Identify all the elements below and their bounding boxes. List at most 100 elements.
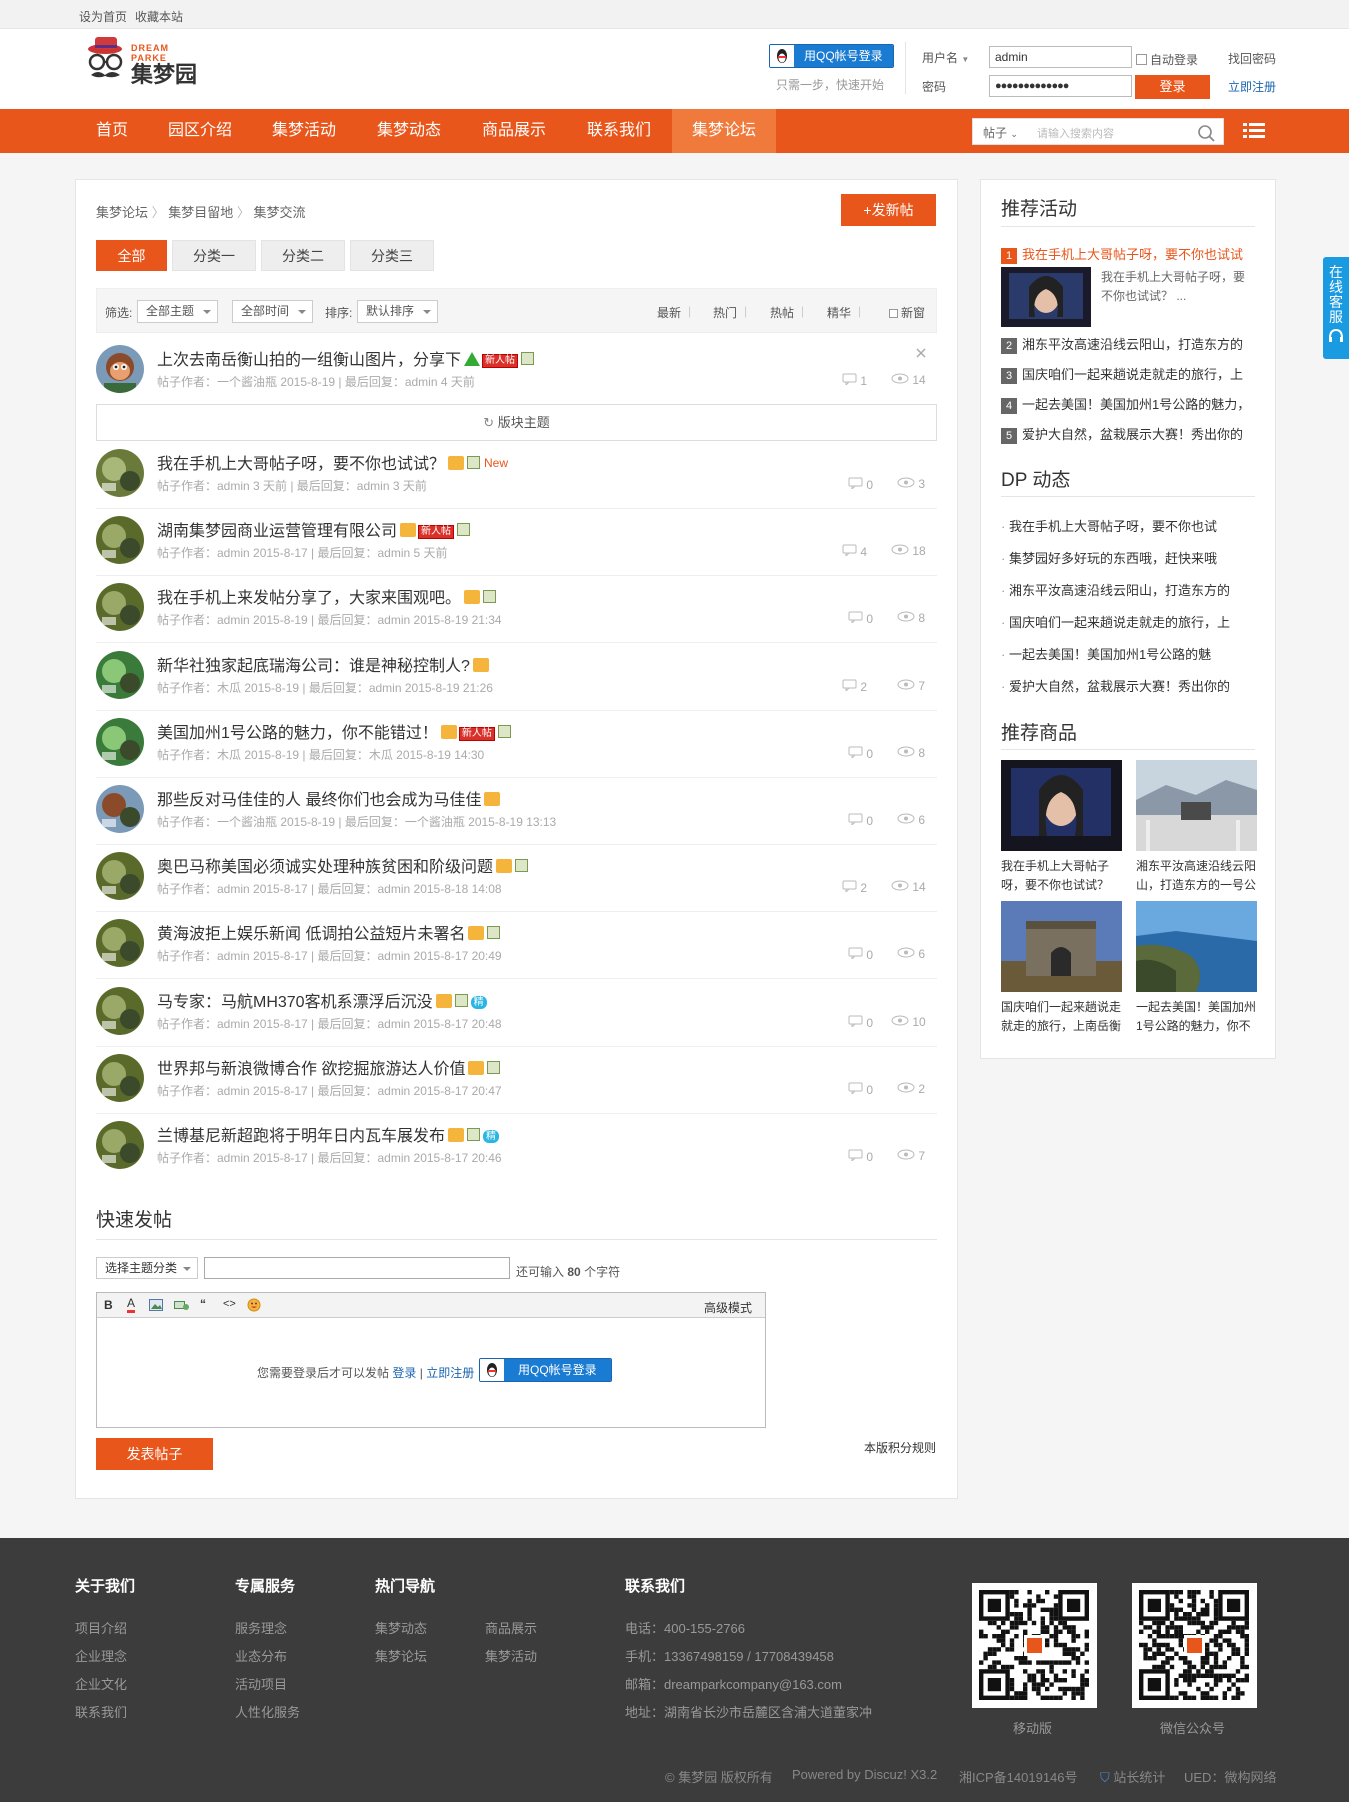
thread-row[interactable]: 黄海波拒上娱乐新闻 低调拍公益短片未署名 帖子作者：admin 2015-8-17… <box>96 912 937 980</box>
thread-title[interactable]: 世界邦与新浪微博合作 欲挖掘旅游达人价值 <box>157 1055 501 1079</box>
image-icon[interactable] <box>149 1299 163 1311</box>
avatar[interactable] <box>96 919 144 968</box>
new-post-button[interactable]: +发新帖 <box>841 194 936 226</box>
username-input[interactable]: admin <box>989 46 1132 68</box>
thread-row[interactable]: 兰博基尼新超跑将于明年日内瓦车展发布精帖子作者：admin 2015-8-17 … <box>96 1114 937 1181</box>
nav-item-forum[interactable]: 集梦论坛 <box>672 109 776 153</box>
dp-news-item[interactable]: 湘东平汝高速沿线云阳山，打造东方的 <box>1001 580 1257 599</box>
goods-item[interactable]: 一起去美国！美国加州1号公路的魅力，你不 <box>1136 901 1257 1036</box>
qq-login-button[interactable]: 用QQ帐号登录 <box>769 44 894 68</box>
avatar[interactable] <box>96 650 144 699</box>
thread-row[interactable]: 那些反对马佳佳的人 最终你们也会成为马佳佳 帖子作者：一个酱油瓶 2015-8-1… <box>96 778 937 845</box>
block-topics-bar[interactable]: ↻ 版块主题 <box>96 404 937 441</box>
footer-link[interactable]: 联系我们 <box>75 1702 127 1721</box>
avatar[interactable] <box>96 449 144 497</box>
thread-row[interactable]: 我在手机上大哥帖子呀，要不你也试试？ New 帖子作者：admin 3 天前 | 最… <box>96 442 937 509</box>
thread-title[interactable]: 奥巴马称美国必须诚实处理种族贫困和阶级问题 <box>157 853 529 877</box>
thread-title[interactable]: 新华社独家起底瑞海公司：谁是神秘控制人? <box>157 652 489 676</box>
sort-latest[interactable]: 最新 <box>657 304 681 321</box>
rec-activity-item[interactable]: 4 一起去美国！美国加州1号公路的魅力， <box>1001 394 1257 414</box>
thread-row[interactable]: 湖南集梦园商业运营管理有限公司 新人帖 帖子作者：admin 2015-8-17 |… <box>96 509 937 577</box>
dp-news-item[interactable]: 一起去美国！美国加州1号公路的魅 <box>1001 644 1257 663</box>
post-title-input[interactable] <box>204 1257 510 1279</box>
site-logo[interactable]: DREAM PARKE 集梦园 <box>83 35 203 97</box>
thread-row[interactable]: 美国加州1号公路的魅力，你不能错过！ 新人帖 帖子作者：木瓜 2015-8-19 |… <box>96 711 937 778</box>
sort-select[interactable]: 默认排序 <box>357 300 438 323</box>
rec-activity-thumb[interactable] <box>1001 267 1091 327</box>
rec-activity-item[interactable]: 5 爱护大自然，盆栽展示大赛！秀出你的 <box>1001 424 1257 444</box>
new-window-checkbox[interactable]: 新窗 <box>889 304 925 321</box>
sort-digest[interactable]: 精华 <box>827 304 851 321</box>
tab-category-3[interactable]: 分类三 <box>350 240 434 271</box>
pinned-thread-row[interactable]: 上次去南岳衡山拍的一组衡山图片，分享下 新人帖 帖子作者：一个酱油瓶 2015-8… <box>96 338 937 405</box>
goods-item[interactable]: 我在手机上大哥帖子呀，要不你也试试？ <box>1001 760 1122 895</box>
nav-item-contact[interactable]: 联系我们 <box>577 109 661 153</box>
search-icon[interactable] <box>1197 124 1215 142</box>
font-color-icon[interactable]: A <box>127 1296 136 1313</box>
nav-item-news[interactable]: 集梦动态 <box>367 109 451 153</box>
rec-activity-item[interactable]: 2 湘东平汝高速沿线云阳山，打造东方的 <box>1001 334 1257 354</box>
register-link[interactable]: 立即注册 <box>1228 78 1276 95</box>
breadcrumb-forum[interactable]: 集梦论坛 <box>96 205 148 220</box>
online-service-tab[interactable]: 在线客服 <box>1323 257 1349 359</box>
footer-link[interactable]: 业态分布 <box>235 1646 287 1665</box>
code-icon[interactable]: <> <box>223 1298 236 1310</box>
avatar[interactable] <box>96 583 144 632</box>
footer-link[interactable]: 人性化服务 <box>235 1702 300 1721</box>
footer-link[interactable]: 项目介绍 <box>75 1618 127 1637</box>
avatar[interactable] <box>96 1053 144 1102</box>
thread-title[interactable]: 兰博基尼新超跑将于明年日内瓦车展发布精 <box>157 1122 500 1146</box>
avatar[interactable] <box>96 986 144 1035</box>
nav-item-park-intro[interactable]: 园区介绍 <box>158 109 242 153</box>
bold-icon[interactable]: B <box>104 1298 113 1312</box>
thread-row[interactable]: 新华社独家起底瑞海公司：谁是神秘控制人? 帖子作者：木瓜 2015-8-19 | … <box>96 644 937 711</box>
sort-hot[interactable]: 热门 <box>713 304 737 321</box>
editor-login-link[interactable]: 登录 <box>392 1366 416 1380</box>
editor-register-link[interactable]: 立即注册 <box>426 1366 474 1380</box>
thread-row[interactable]: 奥巴马称美国必须诚实处理种族贫困和阶级问题 帖子作者：admin 2015-8-1… <box>96 845 937 913</box>
nav-item-home[interactable]: 首页 <box>80 109 144 153</box>
advanced-mode-link[interactable]: 高级模式 <box>704 1299 752 1316</box>
nav-item-products[interactable]: 商品展示 <box>472 109 556 153</box>
quote-icon[interactable]: “ <box>200 1297 206 1311</box>
dp-news-item[interactable]: 我在手机上大哥帖子呀，要不你也试 <box>1001 516 1257 535</box>
filter-theme-select[interactable]: 全部主题 <box>137 300 218 323</box>
thread-title[interactable]: 我在手机上大哥帖子呀，要不你也试试？ New <box>157 450 508 474</box>
submit-post-button[interactable]: 发表帖子 <box>96 1438 213 1470</box>
auto-login-checkbox[interactable]: 自动登录 <box>1136 51 1198 68</box>
breadcrumb-sub[interactable]: 集梦交流 <box>254 205 306 220</box>
breadcrumb-board[interactable]: 集梦目留地 <box>168 205 233 220</box>
thread-title[interactable]: 那些反对马佳佳的人 最终你们也会成为马佳佳 <box>157 786 501 810</box>
avatar[interactable] <box>96 1121 144 1169</box>
sort-hot-posts[interactable]: 热帖 <box>770 304 794 321</box>
goods-item[interactable]: 湘东平汝高速沿线云阳山，打造东方的一号公 <box>1136 760 1257 895</box>
avatar[interactable] <box>96 785 144 833</box>
tab-category-2[interactable]: 分类二 <box>261 240 345 271</box>
footer-link[interactable]: 服务理念 <box>235 1618 287 1637</box>
find-password-link[interactable]: 找回密码 <box>1228 50 1276 67</box>
site-stats-link[interactable]: ⛉ 站长统计 <box>1100 1767 1165 1786</box>
thread-row[interactable]: 世界邦与新浪微博合作 欲挖掘旅游达人价值 帖子作者：admin 2015-8-17… <box>96 1047 937 1114</box>
nav-item-activities[interactable]: 集梦活动 <box>262 109 346 153</box>
thread-title[interactable]: 我在手机上来发帖分享了，大家来围观吧。 <box>157 584 497 608</box>
footer-link[interactable]: 集梦活动 <box>485 1646 537 1665</box>
footer-link[interactable]: 集梦动态 <box>375 1618 427 1637</box>
dp-news-item[interactable]: 集梦园好多好玩的东西哦，赶快来哦 <box>1001 548 1257 567</box>
thread-title[interactable]: 黄海波拒上娱乐新闻 低调拍公益短片未署名 <box>157 920 501 944</box>
thread-row[interactable]: 马专家：马航MH370客机系漂浮后沉没精帖子作者：admin 2015-8-17… <box>96 980 937 1047</box>
thread-title[interactable]: 美国加州1号公路的魅力，你不能错过！ 新人帖 <box>157 719 511 743</box>
filter-time-select[interactable]: 全部时间 <box>232 300 313 323</box>
emoji-icon[interactable] <box>247 1298 261 1312</box>
avatar[interactable] <box>96 717 144 766</box>
thread-title[interactable]: 湖南集梦园商业运营管理有限公司 新人帖 <box>157 517 471 541</box>
set-homepage-link[interactable]: 设为首页 <box>79 8 127 25</box>
dp-news-item[interactable]: 爱护大自然，盆栽展示大赛！秀出你的 <box>1001 676 1257 695</box>
search-type-select[interactable]: 帖子 ⌄ <box>983 124 1018 141</box>
footer-link[interactable]: 企业文化 <box>75 1674 127 1693</box>
avatar[interactable] <box>96 345 144 393</box>
rec-activity-item[interactable]: 3 国庆咱们一起来趟说走就走的旅行，上 <box>1001 364 1257 384</box>
attachment-icon[interactable] <box>174 1299 190 1311</box>
dp-news-item[interactable]: 国庆咱们一起来趟说走就走的旅行，上 <box>1001 612 1257 631</box>
goods-item[interactable]: 国庆咱们一起来趟说走就走的旅行，上南岳衡 <box>1001 901 1122 1036</box>
rec-activity-item[interactable]: 1 我在手机上大哥帖子呀，要不你也试试 <box>1001 244 1257 264</box>
